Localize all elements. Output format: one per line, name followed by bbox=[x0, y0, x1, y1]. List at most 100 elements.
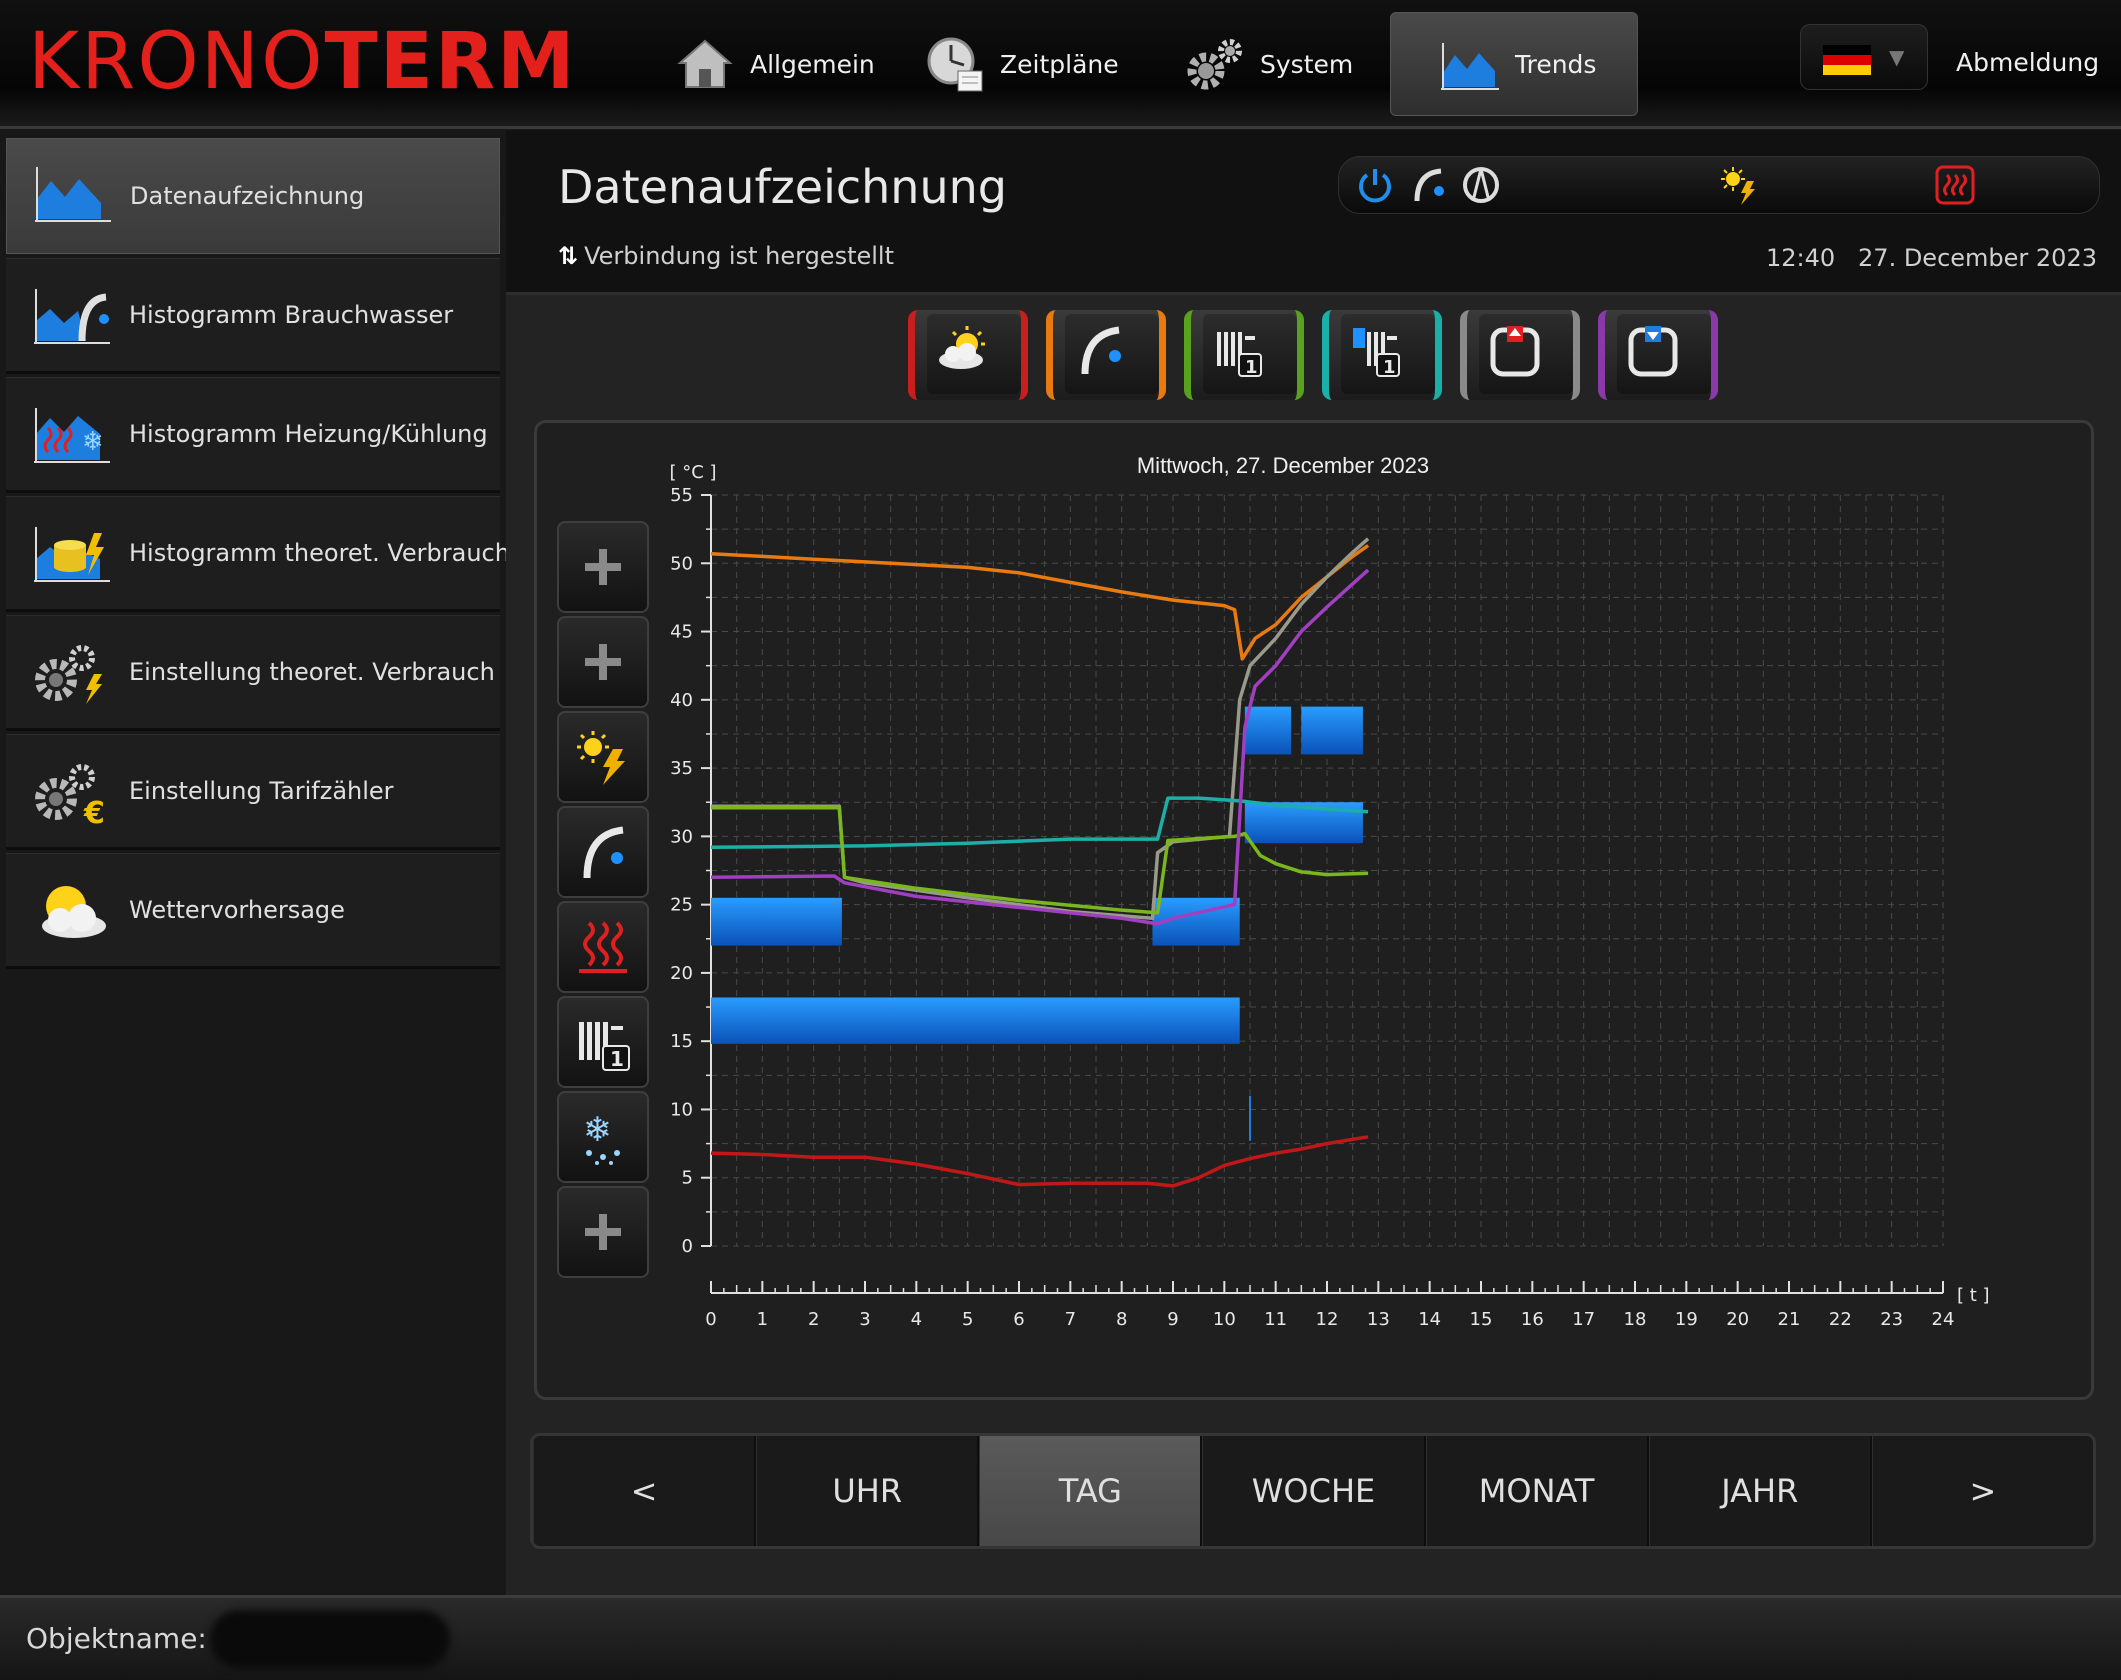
nav-trends[interactable]: Trends bbox=[1390, 12, 1638, 116]
x-tick-label: 15 bbox=[1470, 1309, 1493, 1330]
sun-lightning-icon bbox=[1721, 167, 1755, 205]
status-icon-bar bbox=[1338, 156, 2100, 214]
chart-title: Mittwoch, 27. December 2023 bbox=[1137, 453, 1429, 478]
sidebar-item-label: Histogramm Heizung/Kühlung bbox=[129, 420, 488, 448]
sidebar-item-datenaufzeichnung[interactable]: Datenaufzeichnung bbox=[6, 138, 500, 254]
series-toggle-storage-bottom[interactable] bbox=[1598, 310, 1718, 400]
storage-down-icon bbox=[1628, 326, 1678, 377]
svg-text:❄: ❄ bbox=[82, 427, 104, 457]
period-woche-button[interactable]: WOCHE bbox=[1202, 1436, 1426, 1546]
period-monat-button[interactable]: MONAT bbox=[1425, 1436, 1649, 1546]
x-tick-label: 19 bbox=[1675, 1309, 1698, 1330]
footer: Objektname: bbox=[0, 1595, 2121, 1680]
series-toggle-circuit-1-setpoint[interactable]: 1 bbox=[1322, 310, 1442, 400]
object-name-label: Objektname: bbox=[26, 1622, 207, 1655]
y-tick-label: 55 bbox=[670, 485, 693, 506]
home-icon bbox=[677, 39, 733, 88]
logout-link[interactable]: Abmeldung bbox=[1956, 48, 2099, 77]
series-toggle-circuit-1[interactable]: 1 bbox=[1184, 310, 1304, 400]
clock-icon bbox=[927, 37, 983, 92]
sidebar-item-einstellung-verbrauch[interactable]: Einstellung theoret. Verbrauch bbox=[6, 615, 500, 731]
y-tick-label: 20 bbox=[670, 963, 693, 984]
x-tick-label: 21 bbox=[1778, 1309, 1801, 1330]
sidebar-item-histogramm-verbrauch[interactable]: Histogramm theoret. Verbrauch bbox=[6, 496, 510, 612]
sidebar-item-label: Einstellung theoret. Verbrauch bbox=[129, 658, 495, 686]
heating-element-icon bbox=[1935, 165, 1975, 205]
main-content: Datenaufzeichnung ⇅ Verbindung ist herge… bbox=[506, 130, 2121, 1595]
x-tick-label: 23 bbox=[1880, 1309, 1903, 1330]
y-tick-label: 45 bbox=[670, 622, 693, 643]
period-jahr-button[interactable]: JAHR bbox=[1648, 1436, 1872, 1546]
svg-text:1: 1 bbox=[1245, 357, 1258, 378]
x-tick-label: 1 bbox=[757, 1309, 768, 1330]
gears-icon bbox=[1187, 39, 1242, 90]
y-tick-label: 10 bbox=[670, 1099, 693, 1120]
sidebar-item-label: Wettervorhersage bbox=[129, 896, 345, 924]
kronoterm-logo: KRONOTERM bbox=[28, 17, 577, 107]
nav-system-label: System bbox=[1260, 49, 1354, 79]
nav-zeitplaene[interactable]: Zeitpläne bbox=[910, 12, 1133, 116]
series-toggle-outdoor[interactable] bbox=[908, 310, 1028, 400]
y-tick-label: 40 bbox=[670, 690, 693, 711]
y-tick-label: 25 bbox=[670, 895, 693, 916]
storage-up-icon bbox=[1490, 326, 1540, 377]
x-tick-label: 12 bbox=[1316, 1309, 1339, 1330]
x-tick-label: 5 bbox=[962, 1309, 973, 1330]
y-tick-label: 15 bbox=[670, 1031, 693, 1052]
y-tick-label: 5 bbox=[682, 1168, 693, 1189]
radiator-thermostat-1-icon: 1 bbox=[1353, 328, 1400, 378]
x-tick-label: 0 bbox=[705, 1309, 716, 1330]
connection-arrows-icon: ⇅ bbox=[558, 242, 579, 270]
page-title: Datenaufzeichnung bbox=[558, 160, 1007, 214]
y-tick-label: 50 bbox=[670, 553, 693, 574]
x-tick-label: 3 bbox=[859, 1309, 870, 1330]
next-period-button[interactable]: > bbox=[1871, 1436, 2093, 1546]
x-tick-label: 13 bbox=[1367, 1309, 1390, 1330]
x-tick-label: 17 bbox=[1572, 1309, 1595, 1330]
svg-text:1: 1 bbox=[1383, 357, 1396, 378]
activity-block bbox=[1244, 706, 1292, 755]
previous-period-button[interactable]: < bbox=[533, 1436, 757, 1546]
top-bar: KRONOTERM Allgemein Zeitpläne System Tre… bbox=[0, 0, 2121, 129]
nav-allgemein[interactable]: Allgemein bbox=[660, 12, 889, 116]
period-tag-button[interactable]: TAG bbox=[979, 1436, 1203, 1546]
sidebar-item-wettervorhersage[interactable]: Wettervorhersage bbox=[6, 853, 500, 969]
object-name-redacted bbox=[210, 1610, 450, 1668]
series-line bbox=[710, 1135, 1369, 1188]
sidebar-item-histogramm-brauchwasser[interactable]: Histogramm Brauchwasser bbox=[6, 258, 500, 374]
x-tick-label: 7 bbox=[1065, 1309, 1076, 1330]
activity-block bbox=[711, 997, 1240, 1044]
consumption-histogram-icon bbox=[34, 527, 110, 582]
time-text: 12:40 bbox=[1765, 244, 1836, 272]
tap-icon bbox=[1414, 168, 1444, 202]
sidebar-item-label: Datenaufzeichnung bbox=[130, 182, 365, 210]
sidebar-item-label: Histogramm Brauchwasser bbox=[129, 301, 454, 329]
x-tick-label: 4 bbox=[911, 1309, 922, 1330]
x-tick-label: 2 bbox=[808, 1309, 819, 1330]
nav-trends-label: Trends bbox=[1515, 49, 1597, 79]
sidebar-item-tarifzaehler[interactable]: € Einstellung Tarifzähler bbox=[6, 734, 500, 850]
heating-cooling-histogram-icon: ❄ bbox=[34, 408, 110, 463]
power-icon bbox=[1359, 169, 1391, 203]
compressor-icon bbox=[1463, 167, 1499, 203]
y-axis-label: [ °C ] bbox=[669, 462, 716, 483]
x-tick-label: 20 bbox=[1726, 1309, 1749, 1330]
trend-chart-icon bbox=[1441, 43, 1499, 90]
series-toggle-storage-top[interactable] bbox=[1460, 310, 1580, 400]
weather-icon bbox=[939, 326, 985, 369]
chart-panel: 1 ❄ 0 5 10 15 20 25 30 35 40 45 50 55[ °C ] 0 1 2 3 4 5 6 7… bbox=[534, 420, 2094, 1400]
x-tick-label: 16 bbox=[1521, 1309, 1544, 1330]
chevron-down-icon: ▼ bbox=[1889, 45, 1905, 69]
series-line bbox=[710, 544, 1370, 661]
language-select[interactable]: ▼ bbox=[1800, 24, 1928, 90]
series-toggle-dhw[interactable] bbox=[1046, 310, 1166, 400]
nav-system[interactable]: System bbox=[1170, 12, 1367, 116]
period-uhr-button[interactable]: UHR bbox=[756, 1436, 980, 1546]
page-header: Datenaufzeichnung ⇅ Verbindung ist herge… bbox=[506, 130, 2121, 295]
y-tick-label: 0 bbox=[682, 1236, 693, 1257]
datetime: 12:40 27. December 2023 bbox=[1766, 244, 2097, 272]
sidebar-item-histogramm-heizung-kuehlung[interactable]: ❄ Histogramm Heizung/Kühlung bbox=[6, 377, 500, 493]
sidebar-item-label: Einstellung Tarifzähler bbox=[129, 777, 394, 805]
connection-status: ⇅ Verbindung ist hergestellt bbox=[558, 242, 894, 270]
connection-status-text: Verbindung ist hergestellt bbox=[584, 242, 894, 270]
